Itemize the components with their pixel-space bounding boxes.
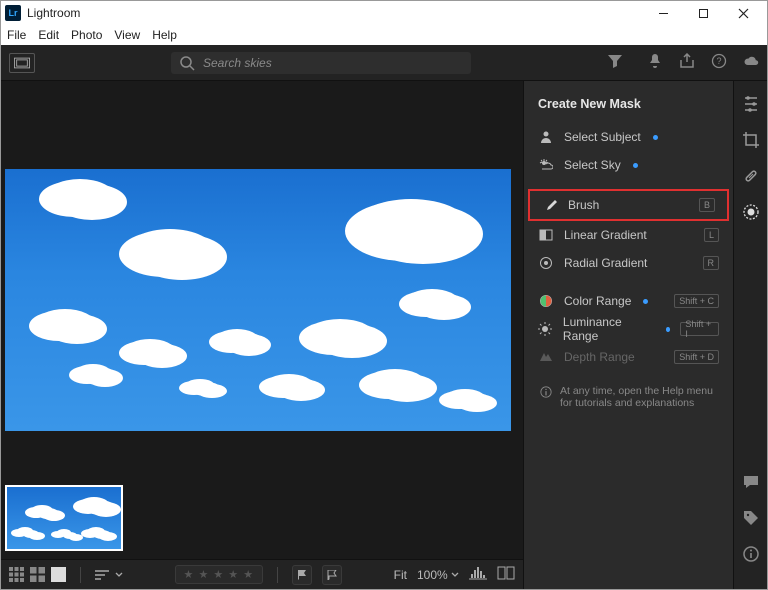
mask-item-label: Radial Gradient (564, 256, 647, 270)
mask-item-label: Depth Range (564, 350, 635, 364)
menu-view[interactable]: View (114, 28, 140, 42)
filmstrip (1, 477, 523, 559)
maximize-button[interactable] (683, 2, 723, 24)
minimize-button[interactable] (643, 2, 683, 24)
filmstrip-thumb[interactable] (5, 485, 123, 551)
single-view-icon[interactable] (51, 567, 66, 582)
mask-select-sky[interactable]: Select Sky (524, 151, 733, 179)
mask-item-label: Brush (568, 198, 599, 212)
mask-depth-range: Depth Range Shift + D (524, 343, 733, 371)
masking-tool[interactable] (742, 203, 760, 221)
mask-item-label: Luminance Range (563, 315, 654, 343)
color-range-icon (538, 294, 554, 308)
mask-linear-gradient[interactable]: Linear Gradient L (524, 221, 733, 249)
radial-gradient-icon (538, 256, 554, 270)
mask-color-range[interactable]: Color Range Shift + C (524, 287, 733, 315)
keyboard-shortcut: L (704, 228, 719, 242)
rating-stars[interactable]: ★ ★ ★ ★ ★ (175, 565, 264, 584)
svg-text:?: ? (716, 56, 721, 66)
mask-radial-gradient[interactable]: Radial Gradient R (524, 249, 733, 277)
tool-rail (733, 81, 767, 589)
menu-photo[interactable]: Photo (71, 28, 102, 42)
menu-help[interactable]: Help (152, 28, 177, 42)
keyboard-shortcut: B (699, 198, 715, 212)
sort-button[interactable] (95, 569, 123, 581)
filter-icon[interactable] (607, 53, 623, 72)
mask-select-subject[interactable]: Select Subject (524, 123, 733, 151)
edit-sliders-tool[interactable] (742, 95, 760, 113)
flag-reject[interactable] (322, 565, 342, 585)
mask-brush[interactable]: Brush B (528, 189, 729, 221)
body: ★ ★ ★ ★ ★ Fit 100% Create New Mask Selec… (1, 81, 767, 589)
menubar: File Edit Photo View Help (1, 25, 767, 45)
luminance-icon (538, 322, 553, 336)
comments-icon[interactable] (742, 473, 760, 491)
cloud-icon[interactable] (743, 53, 759, 72)
canvas-main[interactable] (1, 81, 523, 477)
app-icon: Lr (5, 5, 21, 21)
keyboard-shortcut: R (703, 256, 720, 270)
bottombar: ★ ★ ★ ★ ★ Fit 100% (1, 559, 523, 589)
help-note: At any time, open the Help menu for tuto… (524, 371, 733, 423)
mask-panel-title: Create New Mask (524, 89, 733, 123)
grid-small-icon[interactable] (9, 567, 24, 582)
main-image (5, 169, 511, 431)
chevron-down-icon (451, 572, 459, 578)
depth-icon (538, 350, 554, 364)
grid-large-icon[interactable] (30, 567, 45, 582)
close-button[interactable] (723, 2, 763, 24)
new-feature-dot (633, 163, 638, 168)
window: Lr Lightroom File Edit Photo View Help S… (0, 0, 768, 590)
menu-edit[interactable]: Edit (38, 28, 59, 42)
info-tool[interactable] (742, 545, 760, 563)
mask-item-label: Select Subject (564, 130, 641, 144)
mask-luminance-range[interactable]: Luminance Range Shift + I (524, 315, 733, 343)
person-icon (538, 130, 554, 144)
keyboard-shortcut: Shift + C (674, 294, 719, 308)
topbar: Search skies ? (1, 45, 767, 81)
search-icon (179, 55, 195, 71)
linear-gradient-icon (538, 228, 554, 242)
share-icon[interactable] (679, 53, 695, 72)
fit-label[interactable]: Fit (394, 568, 407, 582)
tag-icon[interactable] (742, 509, 760, 527)
search-input[interactable]: Search skies (171, 52, 471, 74)
crop-tool[interactable] (742, 131, 760, 149)
app-frame: Search skies ? (1, 45, 767, 589)
menu-file[interactable]: File (7, 28, 26, 42)
keyboard-shortcut: Shift + I (680, 322, 719, 336)
brush-icon (542, 198, 558, 212)
new-feature-dot (666, 327, 671, 332)
view-mode-button[interactable] (9, 53, 35, 73)
compare-toggle[interactable] (497, 566, 515, 583)
titlebar: Lr Lightroom (1, 1, 767, 25)
keyboard-shortcut: Shift + D (674, 350, 719, 364)
help-icon[interactable]: ? (711, 53, 727, 72)
bell-icon[interactable] (647, 53, 663, 72)
new-feature-dot (643, 299, 648, 304)
info-icon (540, 386, 552, 398)
healing-tool[interactable] (742, 167, 760, 185)
canvas-area: ★ ★ ★ ★ ★ Fit 100% (1, 81, 523, 589)
histogram-toggle[interactable] (469, 566, 487, 583)
mask-item-label: Select Sky (564, 158, 621, 172)
mask-item-label: Linear Gradient (564, 228, 647, 242)
flag-pick[interactable] (292, 565, 312, 585)
sky-icon (538, 158, 554, 172)
chevron-down-icon (115, 572, 123, 578)
search-placeholder: Search skies (203, 56, 272, 70)
new-feature-dot (653, 135, 658, 140)
window-title: Lightroom (27, 6, 80, 20)
mask-item-label: Color Range (564, 294, 631, 308)
mask-panel: Create New Mask Select Subject Select Sk… (523, 81, 733, 589)
zoom-level[interactable]: 100% (417, 568, 459, 582)
